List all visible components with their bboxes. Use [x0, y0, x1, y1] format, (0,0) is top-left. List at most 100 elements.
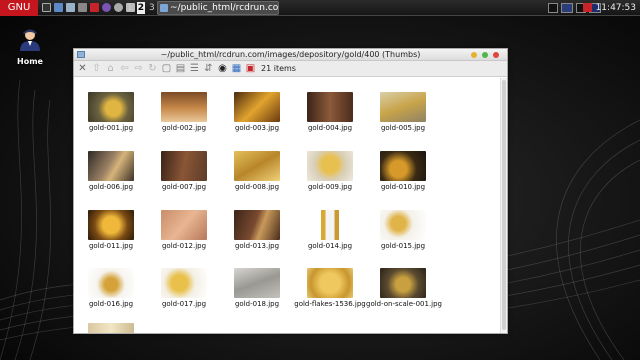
- thumbnail-image: [88, 151, 134, 181]
- sort-icon[interactable]: ⇵: [203, 63, 214, 74]
- thumbnail-image: [88, 92, 134, 122]
- thumbnail-item[interactable]: gold-016.jpg: [74, 268, 148, 308]
- thumbnail-item[interactable]: gold-015.jpg: [366, 210, 440, 250]
- thumbnail-image: [161, 92, 207, 122]
- thumbnail-image: [380, 210, 426, 240]
- workspace-1[interactable]: 1: [126, 2, 134, 14]
- vertical-scrollbar[interactable]: [500, 78, 507, 333]
- grid-view-icon[interactable]: ▦: [231, 63, 242, 74]
- network-monitor[interactable]: [561, 3, 573, 13]
- thumbnail-item[interactable]: gold-003.jpg: [220, 92, 294, 132]
- thumbnail-image: [88, 210, 134, 240]
- thumbnail-item[interactable]: gold-009.jpg: [293, 151, 367, 191]
- calendar-icon[interactable]: ▣: [245, 63, 256, 74]
- person-icon: [20, 29, 40, 51]
- thumbnail-image: [88, 268, 134, 298]
- thumbnail-image: [234, 210, 280, 240]
- home-label: Home: [17, 57, 43, 66]
- desktop-home-icon[interactable]: Home: [14, 27, 46, 66]
- settings-icon[interactable]: [114, 3, 123, 12]
- workspace-2[interactable]: 2: [136, 2, 145, 14]
- mail-icon[interactable]: [583, 3, 592, 12]
- thumbnail-image: [234, 92, 280, 122]
- thumbnail-item[interactable]: gold-007.jpg: [147, 151, 221, 191]
- thumbnail-item[interactable]: gold-014.jpg: [293, 210, 367, 250]
- eye-icon[interactable]: ◉: [217, 63, 228, 74]
- terminal-icon[interactable]: [42, 3, 51, 12]
- clock[interactable]: 11:47:53: [596, 0, 636, 16]
- file-name: gold-016.jpg: [88, 300, 134, 308]
- thumbnail-item[interactable]: gold-002.jpg: [147, 92, 221, 132]
- file-name: gold-009.jpg: [307, 183, 353, 191]
- thumbnail-item[interactable]: gold-017.jpg: [147, 268, 221, 308]
- thumbnail-image: [307, 268, 353, 298]
- thumbnail-image: [380, 268, 426, 298]
- back-icon[interactable]: ⇦: [119, 63, 130, 74]
- thumbnail-item[interactable]: gold-010.jpg: [366, 151, 440, 191]
- thumbnail-item[interactable]: gold-on-scale-001.jpg: [366, 268, 442, 308]
- thumbnail-item[interactable]: gold-flakes-1536.jpg: [293, 268, 367, 308]
- launcher-bar: [42, 3, 135, 13]
- maximize-button[interactable]: [482, 52, 488, 58]
- up-arrow-icon[interactable]: ⇧: [91, 63, 102, 74]
- folder-icon: [160, 4, 168, 12]
- thumbnail-item[interactable]: gold-005.jpg: [366, 92, 440, 132]
- thumbnail-item[interactable]: gold-013.jpg: [220, 210, 294, 250]
- home-icon[interactable]: ⌂: [105, 63, 116, 74]
- thumbnail-image: [380, 151, 426, 181]
- file-name: gold-flakes-1536.jpg: [294, 300, 366, 308]
- thumbnail-image: [234, 151, 280, 181]
- thumbnail-item[interactable]: gold-011.jpg: [74, 210, 148, 250]
- thumbnail-item[interactable]: gold-006.jpg: [74, 151, 148, 191]
- forward-icon[interactable]: ⇨: [133, 63, 144, 74]
- window-icon: [77, 51, 85, 58]
- items-count: 21 items: [261, 64, 296, 73]
- file-manager-icon[interactable]: [66, 3, 75, 12]
- main-menu-button[interactable]: GNU: [0, 0, 38, 16]
- thumbnail-item[interactable]: [74, 323, 148, 333]
- file-name: gold-011.jpg: [88, 242, 134, 250]
- file-name: gold-004.jpg: [307, 124, 353, 132]
- browser-icon[interactable]: [102, 3, 111, 12]
- top-panel: GNU 1 2 3 4 ~/public_html/rcdrun.com/ima…: [0, 0, 640, 16]
- taskbar-window-button[interactable]: ~/public_html/rcdrun.com/ima...: [157, 1, 279, 15]
- thumbnail-item[interactable]: gold-001.jpg: [74, 92, 148, 132]
- thumbnail-image: [307, 210, 353, 240]
- refresh-icon[interactable]: ↻: [147, 63, 158, 74]
- file-name: gold-006.jpg: [88, 183, 134, 191]
- window-title: ~/public_html/rcdrun.com/images/deposito…: [160, 50, 421, 59]
- open-folder-icon[interactable]: ▤: [175, 63, 186, 74]
- thumbnail-image: [161, 210, 207, 240]
- system-tray: [548, 3, 601, 13]
- thumbnail-item[interactable]: gold-008.jpg: [220, 151, 294, 191]
- cpu-monitor[interactable]: [548, 3, 558, 13]
- close-button[interactable]: [493, 52, 499, 58]
- thumbnail-item[interactable]: gold-018.jpg: [220, 268, 294, 308]
- minimize-button[interactable]: [471, 52, 477, 58]
- toolbar: ✕ ⇧ ⌂ ⇦ ⇨ ↻ ▢ ▤ ☰ ⇵ ◉ ▦ ▣ 21 items: [74, 61, 507, 77]
- thumbnail-grid: gold-001.jpg gold-002.jpg gold-003.jpg g…: [74, 78, 501, 333]
- thumbnail-image: [88, 323, 134, 333]
- file-name: gold-003.jpg: [234, 124, 280, 132]
- scrollbar-thumb[interactable]: [502, 80, 506, 330]
- file-name: gold-005.jpg: [380, 124, 426, 132]
- app-icon[interactable]: [54, 3, 63, 12]
- file-name: gold-017.jpg: [161, 300, 207, 308]
- app-icon[interactable]: [78, 3, 87, 12]
- view-list-icon[interactable]: ☰: [189, 63, 200, 74]
- file-name: gold-008.jpg: [234, 183, 280, 191]
- thumbnail-image: [380, 92, 426, 122]
- app-icon[interactable]: [90, 3, 99, 12]
- thumbnail-image: [307, 151, 353, 181]
- file-manager-window: ~/public_html/rcdrun.com/images/deposito…: [73, 48, 508, 334]
- fullscreen-icon[interactable]: ▢: [161, 63, 172, 74]
- thumbnail-item[interactable]: gold-012.jpg: [147, 210, 221, 250]
- window-titlebar[interactable]: ~/public_html/rcdrun.com/images/deposito…: [74, 49, 507, 61]
- file-name: gold-013.jpg: [234, 242, 280, 250]
- file-name: gold-002.jpg: [161, 124, 207, 132]
- workspace-3[interactable]: 3: [148, 2, 156, 14]
- file-name: gold-007.jpg: [161, 183, 207, 191]
- thumbnail-item[interactable]: gold-004.jpg: [293, 92, 367, 132]
- close-icon[interactable]: ✕: [77, 63, 88, 74]
- file-name: gold-015.jpg: [380, 242, 426, 250]
